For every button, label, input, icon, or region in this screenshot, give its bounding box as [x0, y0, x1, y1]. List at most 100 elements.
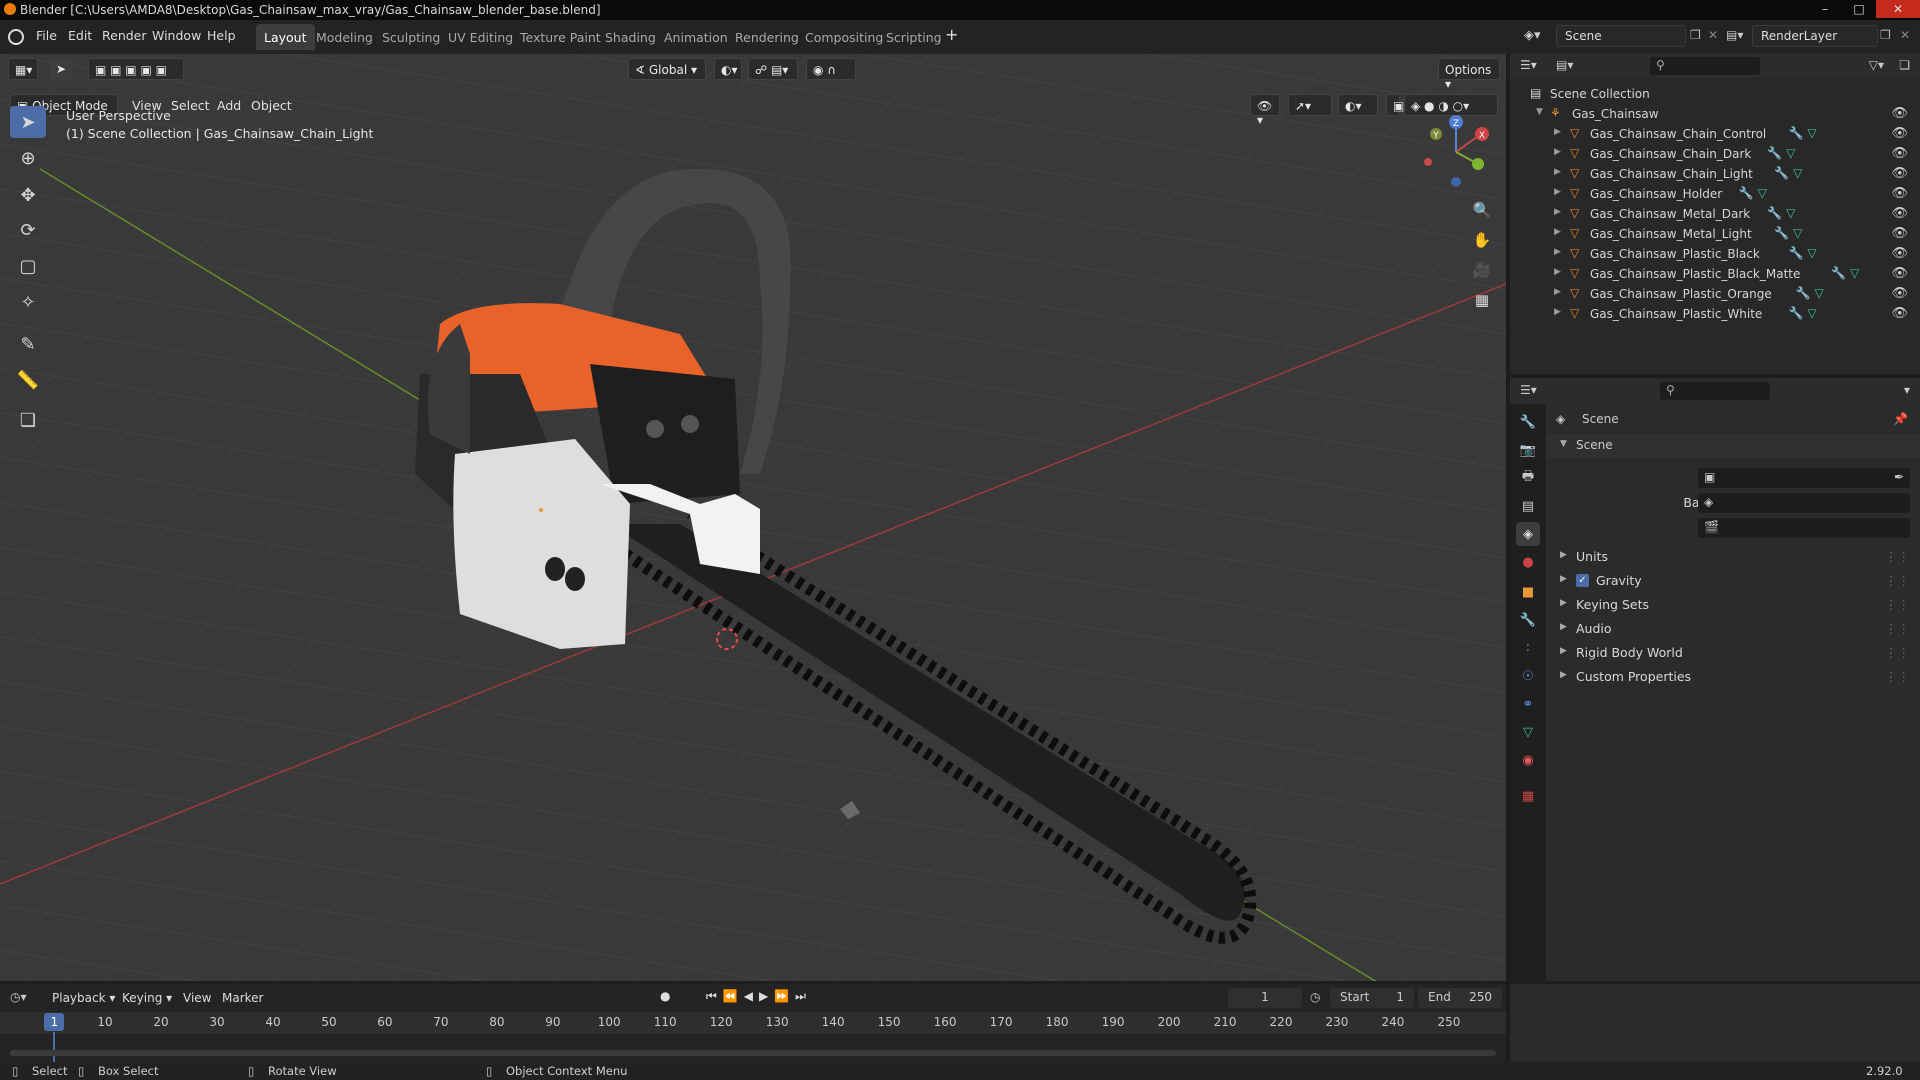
expand-arrow-icon[interactable]: ▶	[1554, 127, 1561, 137]
object-menu[interactable]: Object	[251, 98, 292, 113]
tab-modeling[interactable]: Modeling	[308, 24, 381, 50]
visibility-eye-icon[interactable]: 👁	[1891, 166, 1908, 181]
visibility-eye-icon[interactable]: 👁	[1891, 286, 1908, 301]
expand-arrow-icon[interactable]: ▶	[1554, 227, 1561, 237]
timeline-ruler[interactable]: 1 10 20 30 40 50 60 70 80 90 100 110 120 130 140 150 160…	[0, 1012, 1506, 1062]
selection-mode-buttons[interactable]: ▣ ▣ ▣ ▣ ▣	[88, 58, 184, 80]
scene-tab-icon[interactable]: ◈	[1516, 522, 1540, 546]
options-dropdown[interactable]: Options ▾	[1438, 58, 1500, 91]
render-tab-icon[interactable]: 📷	[1516, 438, 1540, 462]
tab-uv-editing[interactable]: UV Editing	[440, 24, 521, 50]
visibility-eye-icon[interactable]: 👁	[1891, 146, 1908, 161]
tab-animation[interactable]: Animation	[656, 24, 736, 50]
add-cube-tool[interactable]: ❏	[10, 404, 46, 436]
drag-handle-icon[interactable]: ⋮⋮	[1885, 621, 1910, 636]
outliner-editor-icon[interactable]: ☰▾	[1520, 58, 1537, 72]
tab-sculpting[interactable]: Sculpting	[374, 24, 448, 50]
outliner-row-object[interactable]: ▶ ▽ Gas_Chainsaw_Plastic_Black 🔧 ▽ 👁	[1510, 244, 1920, 264]
modifier-wrench-icon[interactable]: 🔧	[1774, 166, 1789, 180]
scale-tool[interactable]: ▢	[10, 250, 46, 282]
particles-tab-icon[interactable]: ∶	[1516, 636, 1540, 660]
visibility-eye-icon[interactable]: 👁	[1891, 106, 1908, 121]
blender-menu-icon[interactable]	[8, 29, 24, 45]
section-gravity[interactable]: ▶ ✓ Gravity ⋮⋮	[1546, 572, 1920, 592]
menu-file[interactable]: File	[36, 28, 57, 43]
menu-edit[interactable]: Edit	[68, 28, 92, 43]
keying-menu[interactable]: Keying ▾	[122, 991, 172, 1005]
expand-arrow-icon[interactable]: ▶	[1554, 247, 1561, 257]
navigation-gizmo[interactable]: Z X Y	[1418, 112, 1498, 192]
rotate-tool[interactable]: ⟳	[10, 214, 46, 246]
tool-tab-icon[interactable]: 🔧	[1516, 410, 1540, 434]
expand-arrow-icon[interactable]: ▶	[1554, 187, 1561, 197]
drag-handle-icon[interactable]: ⋮⋮	[1885, 549, 1910, 564]
properties-editor-icon[interactable]: ☰▾	[1520, 383, 1537, 397]
measure-tool[interactable]: 📏	[10, 364, 46, 396]
modifier-wrench-icon[interactable]: 🔧	[1789, 306, 1804, 320]
playback-menu[interactable]: Playback ▾	[52, 991, 115, 1005]
outliner-row-object[interactable]: ▶ ▽ Gas_Chainsaw_Chain_Light 🔧 ▽ 👁	[1510, 164, 1920, 184]
view-layer-icon[interactable]: ▤▾	[1726, 28, 1743, 42]
timeline-scrollbar[interactable]	[10, 1050, 1496, 1056]
modifier-wrench-icon[interactable]: 🔧	[1831, 266, 1846, 280]
delete-scene-icon[interactable]: ✕	[1708, 28, 1718, 42]
display-mode-icon[interactable]: ▤▾	[1556, 58, 1573, 72]
maximize-icon[interactable]: □	[1842, 0, 1876, 18]
tab-layout[interactable]: Layout	[256, 24, 315, 50]
record-icon[interactable]: ●	[660, 989, 670, 1003]
expand-arrow-icon[interactable]: ▶	[1554, 147, 1561, 157]
view-menu[interactable]: View	[183, 991, 211, 1005]
snap-icon[interactable]: ☍ ▤▾	[748, 58, 798, 80]
menu-help[interactable]: Help	[207, 28, 236, 43]
outliner-row-gas-chainsaw[interactable]: ▼ ⚘ Gas_Chainsaw 👁	[1510, 104, 1920, 124]
camera-view-icon[interactable]: 🎥	[1468, 256, 1496, 284]
visibility-eye-icon[interactable]: 👁	[1891, 246, 1908, 261]
3d-viewport[interactable]: ▦▾ ➤ ▣ ▣ ▣ ▣ ▣ ∢ Global ▾ ◐▾ ☍ ▤▾ ◉ ∩ Op…	[0, 54, 1506, 981]
mesh-data-icon[interactable]: ▽	[1807, 126, 1816, 140]
view-layer-selector[interactable]: RenderLayer	[1752, 25, 1878, 47]
properties-search-input[interactable]: ⚲	[1660, 382, 1770, 400]
camera-field[interactable]: ▣ ✒	[1698, 468, 1910, 488]
minimize-icon[interactable]: –	[1808, 0, 1842, 18]
visibility-eye-icon[interactable]: 👁	[1891, 126, 1908, 141]
expand-arrow-icon[interactable]: ▶	[1554, 167, 1561, 177]
tab-texture-paint[interactable]: Texture Paint	[512, 24, 609, 50]
clock-icon[interactable]: ◷	[1310, 990, 1320, 1004]
cursor-tool[interactable]: ⊕	[10, 142, 46, 174]
gizmo-toggle-icon[interactable]: ➚▾	[1288, 94, 1332, 116]
expand-arrow-icon[interactable]: ▶	[1554, 267, 1561, 277]
drag-handle-icon[interactable]: ⋮⋮	[1885, 573, 1910, 588]
modifier-wrench-icon[interactable]: 🔧	[1796, 286, 1811, 300]
close-icon[interactable]: ✕	[1876, 0, 1920, 18]
transform-orientation-dropdown[interactable]: ∢ Global ▾	[628, 58, 706, 80]
perspective-toggle-icon[interactable]: ▦	[1468, 286, 1496, 314]
menu-render[interactable]: Render	[102, 28, 147, 43]
data-tab-icon[interactable]: ▽	[1516, 720, 1540, 744]
mesh-data-icon[interactable]: ▽	[1786, 206, 1795, 220]
drag-handle-icon[interactable]: ⋮⋮	[1885, 645, 1910, 660]
add-workspace-icon[interactable]: +	[945, 25, 958, 44]
outliner-row-scene-collection[interactable]: ▤ Scene Collection	[1510, 84, 1920, 104]
marker-menu[interactable]: Marker	[222, 991, 263, 1005]
modifier-wrench-icon[interactable]: 🔧	[1739, 186, 1754, 200]
mesh-data-icon[interactable]: ▽	[1807, 306, 1816, 320]
select-box-tool[interactable]: ➤	[10, 106, 46, 138]
editor-type-icon[interactable]: ▦▾	[8, 58, 38, 80]
expand-arrow-icon[interactable]: ▶	[1554, 307, 1561, 317]
active-clip-field[interactable]: 🎬	[1698, 518, 1910, 538]
end-frame-field[interactable]: End 250	[1418, 988, 1502, 1008]
mesh-data-icon[interactable]: ▽	[1850, 266, 1859, 280]
eyedropper-icon[interactable]: ✒	[1894, 470, 1904, 484]
mesh-data-icon[interactable]: ▽	[1786, 146, 1795, 160]
section-keying-sets[interactable]: ▶ Keying Sets ⋮⋮	[1546, 596, 1920, 616]
physics-tab-icon[interactable]: ☉	[1516, 664, 1540, 688]
expand-arrow-icon[interactable]: ▶	[1554, 287, 1561, 297]
gravity-checkbox[interactable]: ✓	[1576, 574, 1589, 587]
outliner-row-object[interactable]: ▶ ▽ Gas_Chainsaw_Plastic_Orange 🔧 ▽ 👁	[1510, 284, 1920, 304]
modifier-wrench-icon[interactable]: 🔧	[1774, 226, 1789, 240]
outliner-row-object[interactable]: ▶ ▽ Gas_Chainsaw_Metal_Light 🔧 ▽ 👁	[1510, 224, 1920, 244]
new-view-layer-icon[interactable]: ❐	[1880, 28, 1891, 42]
mesh-data-icon[interactable]: ▽	[1793, 166, 1802, 180]
proportional-edit-icon[interactable]: ◉ ∩	[806, 58, 856, 80]
outliner-row-object[interactable]: ▶ ▽ Gas_Chainsaw_Holder 🔧 ▽ 👁	[1510, 184, 1920, 204]
